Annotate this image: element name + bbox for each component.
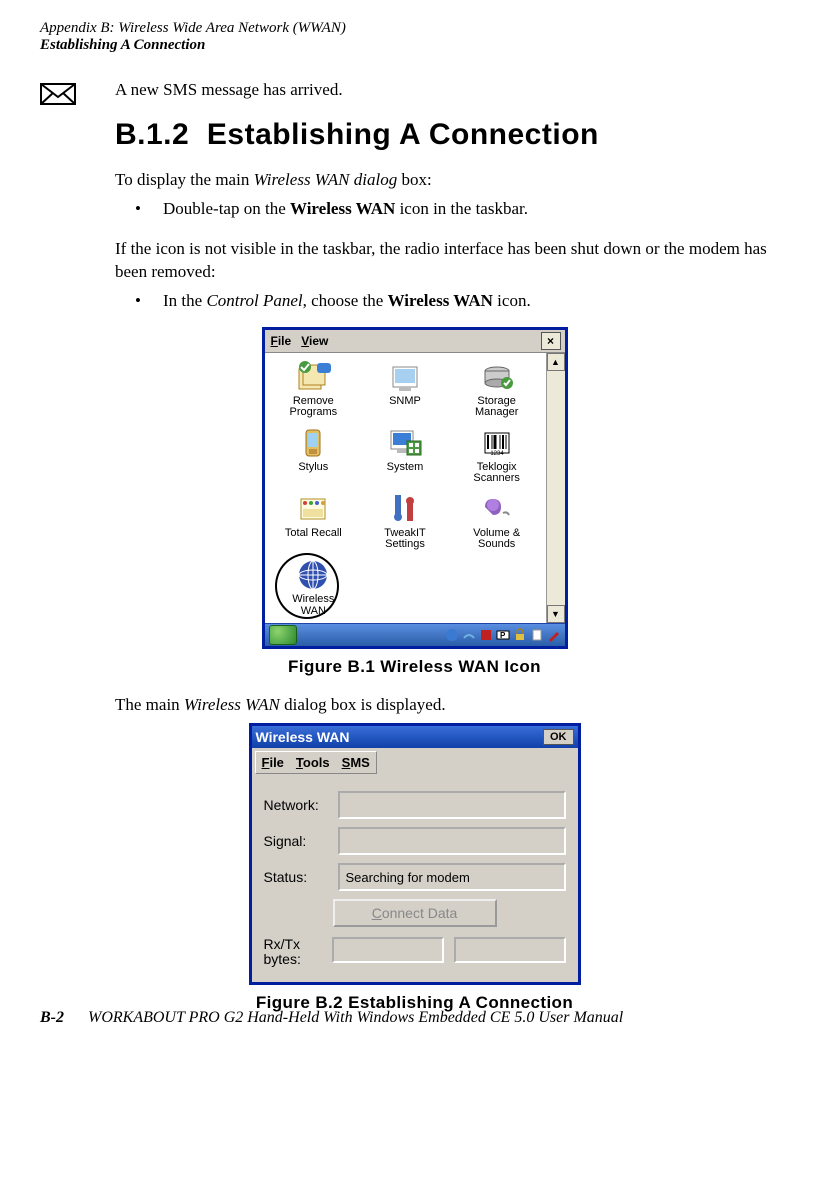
wwan-menu-tools[interactable]: Tools xyxy=(296,755,330,770)
wwan-menu-sms[interactable]: SMS xyxy=(342,755,370,770)
sms-text: A new SMS message has arrived. xyxy=(115,79,789,102)
cp-item-total-recall[interactable]: Total Recall xyxy=(269,491,359,551)
ok-button[interactable]: OK xyxy=(543,729,574,745)
label-rxtx: Rx/Tx bytes: xyxy=(264,937,324,968)
para-3: The main Wireless WAN dialog box is disp… xyxy=(115,694,789,717)
tray-globe-icon[interactable] xyxy=(445,628,459,642)
connect-data-button[interactable]: Connect Data xyxy=(333,899,497,927)
bullet-2: • In the Control Panel, choose the Wirel… xyxy=(135,290,789,313)
cp-item-teklogix-scanners[interactable]: 1234 Teklogix Scanners xyxy=(452,425,542,485)
field-status: Searching for modem xyxy=(338,863,566,891)
wwan-titlebar: Wireless WAN OK xyxy=(252,726,578,748)
para-1: To display the main Wireless WAN dialog … xyxy=(115,169,789,192)
close-icon[interactable]: × xyxy=(541,332,561,350)
para-2: If the icon is not visible in the taskba… xyxy=(115,238,789,284)
scrollbar[interactable]: ▲ ▼ xyxy=(546,353,565,623)
tray-lock-icon[interactable] xyxy=(513,628,527,642)
wwan-dialog-screenshot: Wireless WAN OK File Tools SMS Network: … xyxy=(249,723,581,985)
bullet-1: • Double-tap on the Wireless WAN icon in… xyxy=(135,198,789,221)
label-signal: Signal: xyxy=(264,833,338,849)
cp-item-storage-manager[interactable]: Storage Manager xyxy=(452,359,542,419)
tray-alert-icon[interactable] xyxy=(479,628,493,642)
tray-pen-icon[interactable] xyxy=(547,628,561,642)
page-footer: B-2 WORKABOUT PRO G2 Hand-Held With Wind… xyxy=(40,1009,623,1027)
field-signal xyxy=(338,827,566,855)
sms-envelope-icon xyxy=(40,79,80,110)
header-section: Establishing A Connection xyxy=(40,37,789,54)
cp-item-tweakit-settings[interactable]: TweakIT Settings xyxy=(360,491,450,551)
label-network: Network: xyxy=(264,797,338,813)
cp-item-stylus[interactable]: Stylus xyxy=(269,425,359,485)
field-rx xyxy=(332,937,444,963)
scroll-up-icon[interactable]: ▲ xyxy=(547,353,565,371)
section-heading: B.1.2 Establishing A Connection xyxy=(115,118,789,152)
scroll-down-icon[interactable]: ▼ xyxy=(547,605,565,623)
cp-item-wireless-wan[interactable]: Wireless WAN xyxy=(269,557,359,617)
tray-card-icon[interactable]: P xyxy=(496,628,510,642)
cp-item-volume-sounds[interactable]: Volume & Sounds xyxy=(452,491,542,551)
field-tx xyxy=(454,937,566,963)
cp-item-remove-programs[interactable]: Remove Programs xyxy=(269,359,359,419)
svg-text:P: P xyxy=(500,631,506,640)
header-appendix: Appendix B: Wireless Wide Area Network (… xyxy=(40,20,789,37)
control-panel-screenshot: File View × Remove Programs SNMP Storage… xyxy=(262,327,568,649)
field-network xyxy=(338,791,566,819)
figure-1-caption: Figure B.1 Wireless WAN Icon xyxy=(40,657,789,677)
tray-wifi-icon[interactable] xyxy=(462,628,476,642)
cp-menu-file[interactable]: File xyxy=(269,334,300,348)
cp-menu-view[interactable]: View xyxy=(299,334,336,348)
cp-item-snmp[interactable]: SNMP xyxy=(360,359,450,419)
tray-doc-icon[interactable] xyxy=(530,628,544,642)
start-button-icon[interactable] xyxy=(269,625,297,645)
label-status: Status: xyxy=(264,869,338,885)
taskbar: P xyxy=(265,623,565,646)
wwan-menu-file[interactable]: File xyxy=(262,755,284,770)
cp-item-system[interactable]: System xyxy=(360,425,450,485)
svg-text:1234: 1234 xyxy=(490,451,504,457)
